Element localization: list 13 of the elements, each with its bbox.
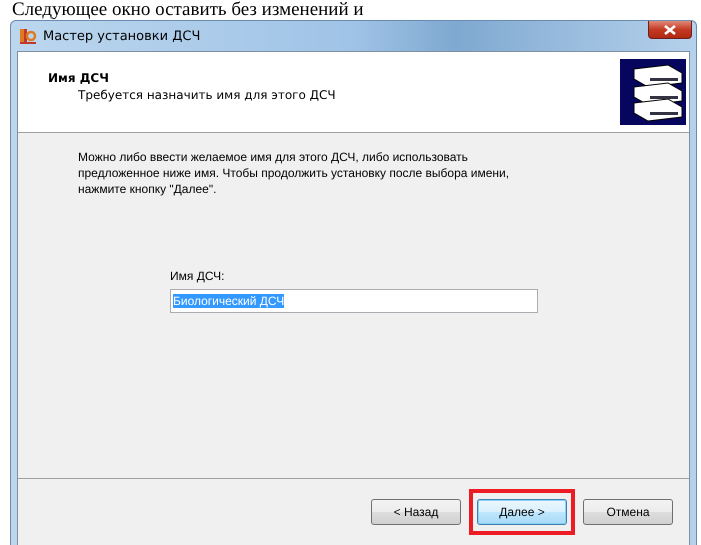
close-button[interactable] [648,21,692,39]
close-icon [664,24,676,34]
stacked-devices-icon [620,59,686,125]
window-title: Мастер установки ДСЧ [43,28,200,44]
app-icon [19,27,37,45]
wizard-button[interactable]: Отмена [583,499,673,525]
field-label: Имя ДСЧ: [170,269,226,283]
wizard-button[interactable]: Далее > [477,499,567,525]
page-title: Имя ДСЧ [48,70,110,84]
wizard-button[interactable]: < Назад [371,499,461,525]
document-text: Следующее окно оставить без изменений и [11,0,365,20]
page-subtitle: Требуется назначить имя для этого ДСЧ [77,88,337,102]
instruction-text: Можно либо ввести желаемое имя для этого ДСЧ, либо использовать предложенное ниже имя. Чтобы продолжить установку после выбора имени, нажмите кнопку "Далее". [78,149,510,197]
